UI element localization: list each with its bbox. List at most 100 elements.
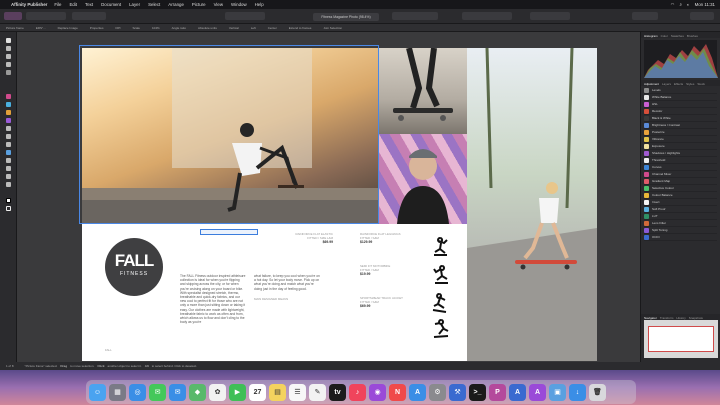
picture-frame-tool-icon[interactable] <box>6 150 11 155</box>
dock-photos-icon[interactable]: ✿ <box>209 383 226 401</box>
body-text-column-1[interactable]: The FALL Fitness outdoor inspired athlei… <box>180 274 246 344</box>
dock-tv-icon[interactable]: tv <box>329 383 346 401</box>
dock-freeform-icon[interactable]: ✎ <box>309 383 326 401</box>
adjustment-item[interactable]: Shadows / Highlights <box>644 150 717 157</box>
ctx-join[interactable]: Join Selection <box>323 26 342 30</box>
adjustment-item[interactable]: Curves <box>644 164 717 171</box>
tab-snapshots[interactable]: Snapshots <box>689 316 703 320</box>
pencil-tool-icon[interactable] <box>6 102 11 107</box>
adjustment-item[interactable]: Exposure <box>644 143 717 150</box>
skater-silhouette-2[interactable] <box>432 264 450 286</box>
menu-help[interactable]: Help <box>255 2 264 7</box>
crop-tool-icon[interactable] <box>6 62 11 67</box>
snapping-buttons[interactable] <box>225 12 265 20</box>
adjustment-item[interactable]: Invert <box>644 199 717 206</box>
dock-facetime-icon[interactable]: ▶ <box>229 383 246 401</box>
transparency-tool-icon[interactable] <box>6 118 11 123</box>
skater-girl-photo[interactable] <box>467 48 597 361</box>
product-3-frame[interactable]: SEMI FIT MOTORBIKE FITTED / S&M $19.99 <box>360 264 420 277</box>
dock-messages-icon[interactable]: ✉ <box>149 383 166 401</box>
body-text-column-2[interactable]: what failure, to keep you cool when you'… <box>254 274 320 301</box>
adjustment-item[interactable]: Soft Proof <box>644 206 717 213</box>
menubar-clock[interactable]: Mon 11:31 <box>695 2 715 7</box>
dock-podcasts-icon[interactable]: ◉ <box>369 383 386 401</box>
menu-window[interactable]: Window <box>231 2 247 7</box>
dock-notes-icon[interactable]: ▤ <box>269 383 286 401</box>
document-tab[interactable]: Fitness Magazine Photo (98.4%) <box>313 13 379 21</box>
adjustment-item[interactable]: Lens Filter <box>644 220 717 227</box>
ctx-properties[interactable]: Properties <box>90 26 104 30</box>
text-frame-tool-icon[interactable] <box>6 158 11 163</box>
skater-silhouette-4[interactable] <box>432 318 450 340</box>
dock-system-settings-icon[interactable]: ⚙ <box>429 383 446 401</box>
dock-mail-icon[interactable]: ✉ <box>169 383 186 401</box>
adjustment-item[interactable]: Channel Mixer <box>644 171 717 178</box>
ctx-center[interactable]: Center <box>268 26 277 30</box>
persona-switcher[interactable] <box>4 12 22 20</box>
adjustment-item[interactable]: Split Toning <box>644 227 717 234</box>
artistic-text-tool-icon[interactable] <box>6 46 11 51</box>
tab-swatches[interactable]: Swatches <box>671 34 684 38</box>
menu-edit[interactable]: Edit <box>69 2 77 7</box>
tab-transform[interactable]: Transform <box>660 316 674 320</box>
dock-affinity-publisher-icon[interactable]: P <box>489 383 506 401</box>
dock-app-store-icon[interactable]: A <box>409 383 426 401</box>
adjustment-item[interactable]: Posterize <box>644 129 717 136</box>
dock-downloads-icon[interactable]: ↓ <box>569 383 586 401</box>
adjustment-item[interactable]: OCIO <box>644 234 717 241</box>
tab-navigator[interactable]: Navigator <box>644 316 657 320</box>
dock-affinity-photo-icon[interactable]: A <box>529 383 546 401</box>
dock-reminders-icon[interactable]: ☰ <box>289 383 306 401</box>
ctx-scale-value[interactable]: 104% <box>152 26 160 30</box>
boolean-buttons[interactable] <box>530 12 570 20</box>
tab-color[interactable]: Color <box>661 34 668 38</box>
tab-history[interactable]: History <box>676 316 685 320</box>
adjustment-item[interactable]: HSL <box>644 101 717 108</box>
dock-maps-icon[interactable]: ◆ <box>189 383 206 401</box>
tab-adjustment[interactable]: Adjustment <box>644 82 659 86</box>
dock-safari-icon[interactable]: ◎ <box>129 383 146 401</box>
shape-tool-icon[interactable] <box>6 142 11 147</box>
menu-layer[interactable]: Layer <box>129 2 140 7</box>
dock-finder-icon[interactable]: ☺ <box>89 383 106 401</box>
adjustment-item[interactable]: Vibrance <box>644 136 717 143</box>
ctx-left[interactable]: Left <box>251 26 256 30</box>
portrait-photo[interactable] <box>379 134 467 224</box>
place-image-tool-icon[interactable] <box>6 166 11 171</box>
zoom-tool-icon[interactable] <box>6 182 11 187</box>
adjustment-item[interactable]: Colour Balance <box>644 192 717 199</box>
control-center-icon[interactable]: ◐ <box>687 2 690 7</box>
dock-news-icon[interactable]: N <box>389 383 406 401</box>
preflight-buttons[interactable] <box>690 12 714 20</box>
dock-music-icon[interactable]: ♪ <box>349 383 366 401</box>
table-tool-icon[interactable] <box>6 70 11 75</box>
menu-file[interactable]: File <box>54 2 61 7</box>
stroke-color-swatch[interactable] <box>6 206 11 211</box>
tab-styles[interactable]: Styles <box>686 82 694 86</box>
menu-select[interactable]: Select <box>148 2 160 7</box>
studio-buttons[interactable] <box>632 12 658 20</box>
dock-trash-icon[interactable]: 🗑 <box>589 383 606 401</box>
adjustment-item[interactable]: Threshold <box>644 157 717 164</box>
menu-arrange[interactable]: Arrange <box>168 2 184 7</box>
dock-xcode-icon[interactable]: ⚒ <box>449 383 466 401</box>
skater-silhouette-1[interactable] <box>432 236 450 258</box>
adjustment-item[interactable]: Black & White <box>644 115 717 122</box>
ctx-extend[interactable]: Extend to frames <box>289 26 312 30</box>
node-tool-icon[interactable] <box>6 54 11 59</box>
arrange-buttons[interactable] <box>392 12 438 20</box>
dock-terminal-icon[interactable]: >_ <box>469 383 486 401</box>
tab-layers[interactable]: Layers <box>662 82 671 86</box>
rectangle-tool-icon[interactable] <box>6 126 11 131</box>
skateboard-feet-photo[interactable] <box>379 48 467 134</box>
product-1-frame[interactable]: RAINFORCE FLAT ELASTIC FITTED / SIZE L&M… <box>283 232 333 245</box>
app-menu[interactable]: Affinity Publisher <box>11 2 47 7</box>
fill-color-swatch[interactable] <box>6 198 11 203</box>
ctx-absolute-units[interactable]: Absolute units <box>198 26 217 30</box>
dock-launchpad-icon[interactable]: ▦ <box>109 383 126 401</box>
dock-affinity-designer-icon[interactable]: A <box>509 383 526 401</box>
dock-calendar-icon[interactable]: 27 <box>249 383 266 401</box>
adjustment-item[interactable]: LUT <box>644 213 717 220</box>
tab-effects[interactable]: Effects <box>674 82 683 86</box>
adjustment-item[interactable]: Levels <box>644 87 717 94</box>
